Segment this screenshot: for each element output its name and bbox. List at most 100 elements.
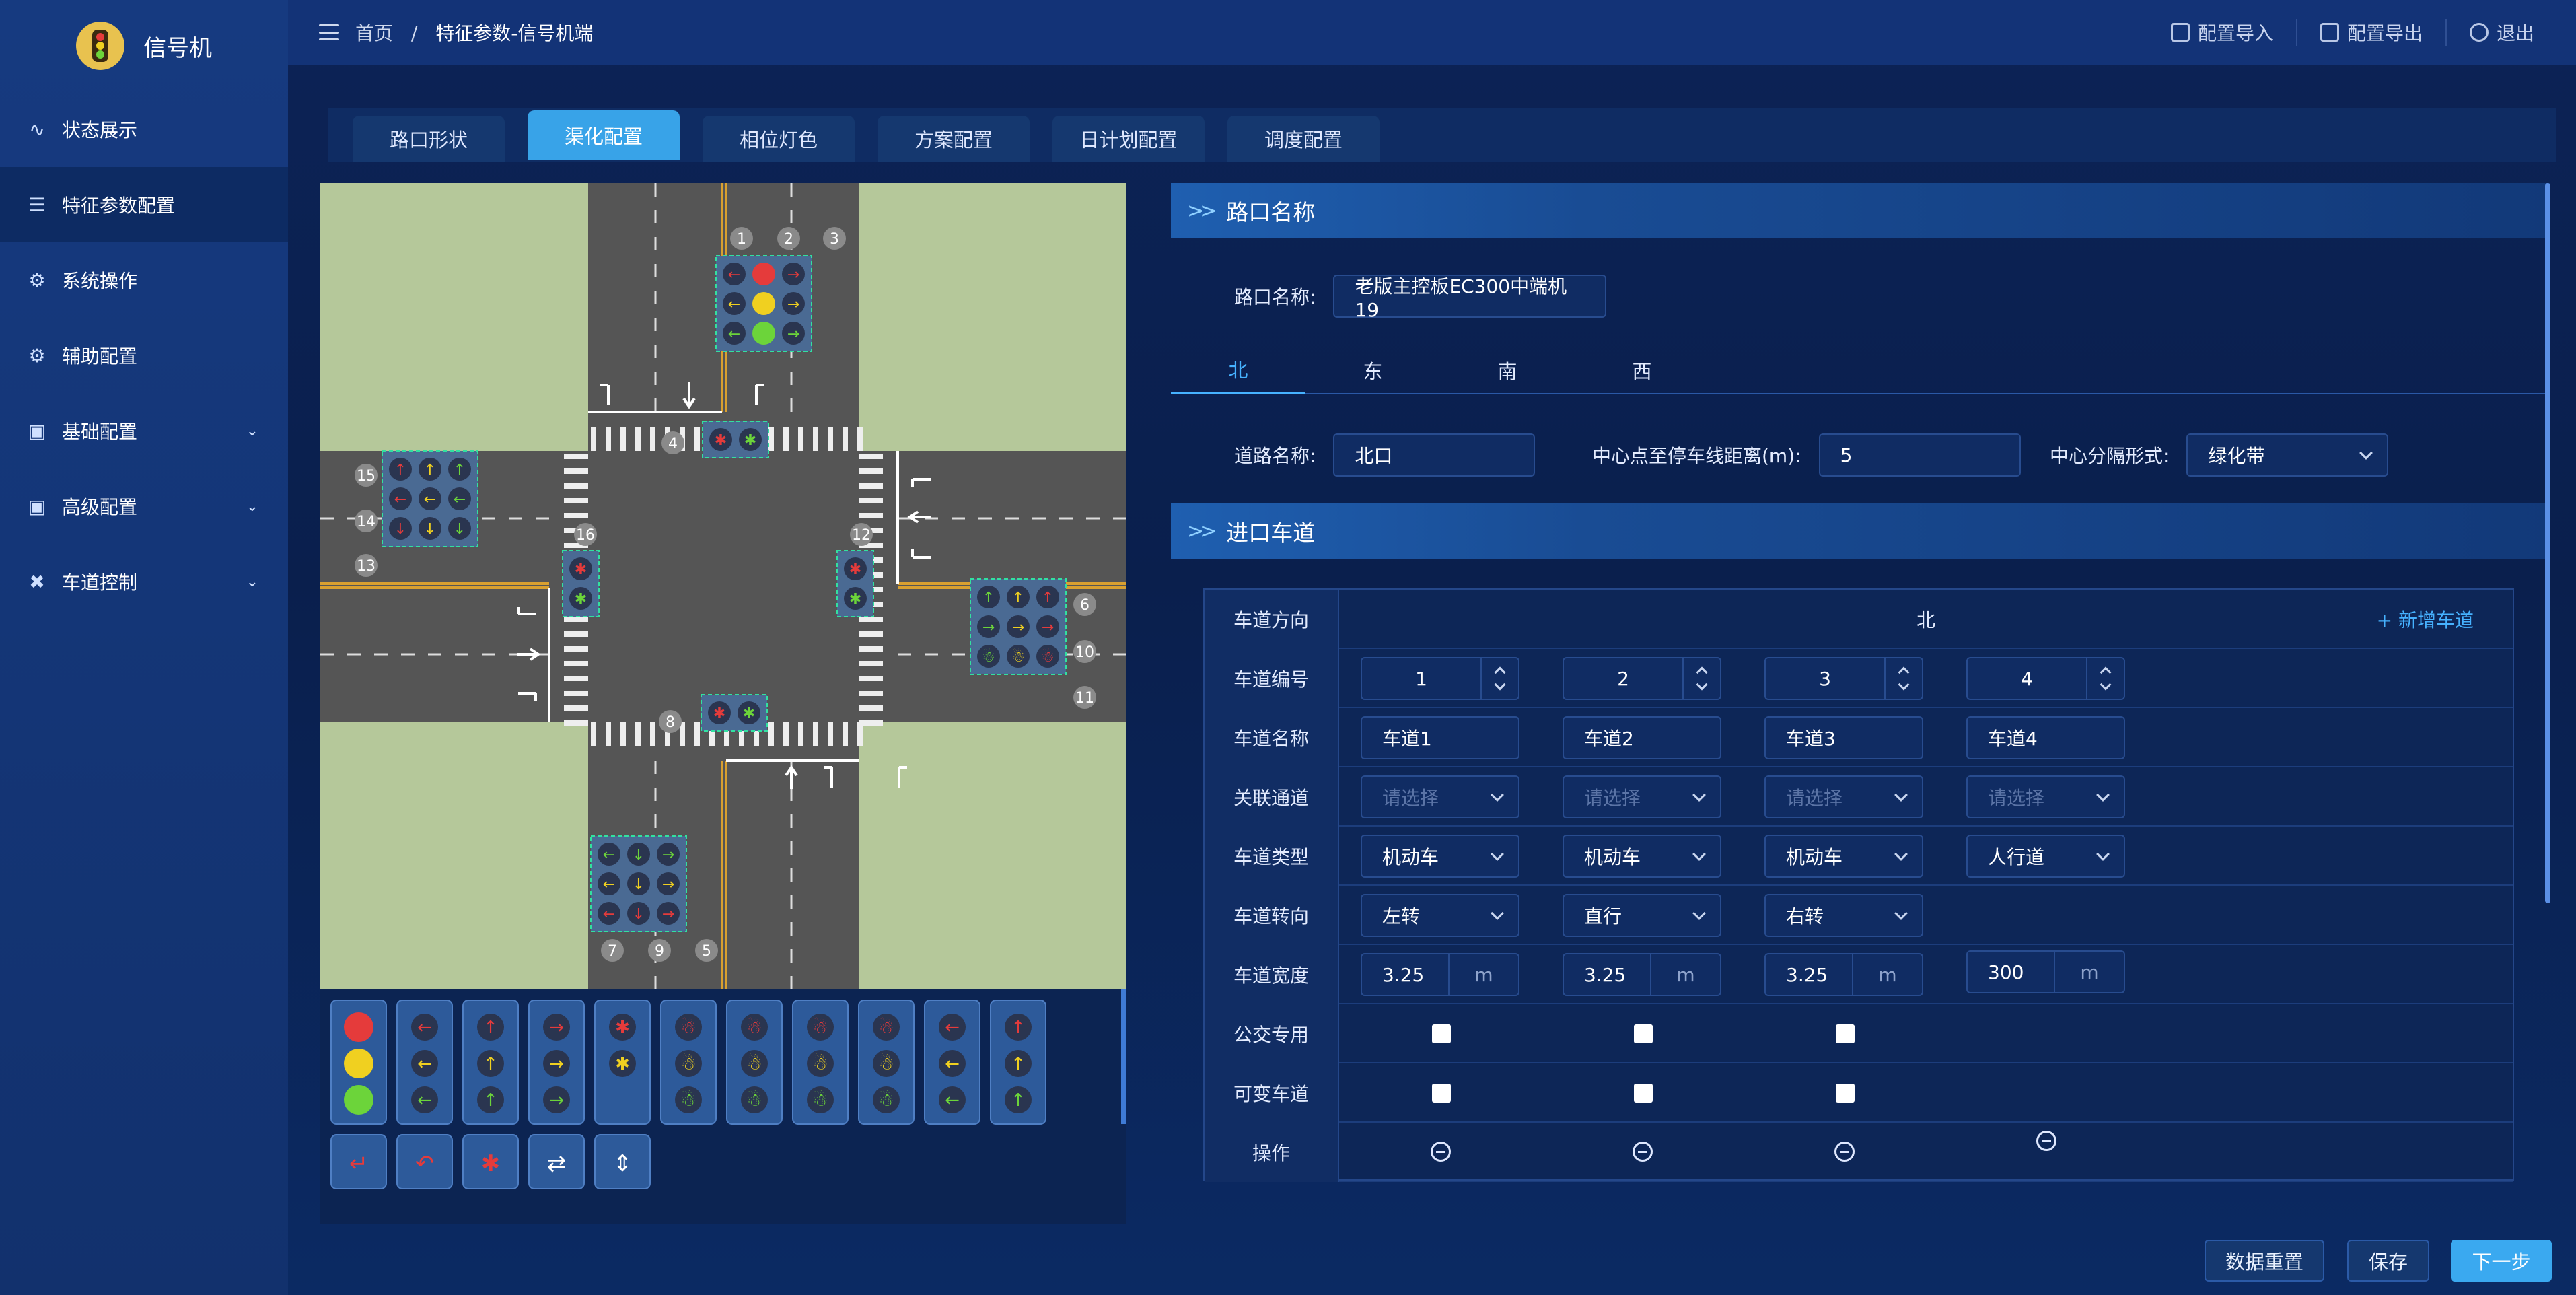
menu-toggle-icon[interactable] — [319, 24, 339, 40]
lane-width-input[interactable]: 3.25 m — [1764, 953, 1923, 996]
chevron-down-icon[interactable] — [1494, 678, 1506, 691]
sidebar-item-0[interactable]: ∿ 状态展示 — [0, 92, 288, 167]
next-step-button[interactable]: 下一步 — [2451, 1240, 2552, 1282]
breadcrumb-home[interactable]: 首页 — [355, 22, 393, 44]
lane-number-stepper[interactable]: 3 — [1764, 657, 1923, 700]
lane-variable-checkbox[interactable] — [1432, 1084, 1451, 1102]
lane-variable-checkbox[interactable] — [1634, 1084, 1653, 1102]
palette-scrollbar[interactable] — [1121, 989, 1126, 1124]
remove-lane-icon[interactable] — [1633, 1142, 1653, 1162]
sidebar-item-1[interactable]: ☰ 特征参数配置 — [0, 167, 288, 242]
signal-head-west-lamp-glyph: ↑ — [424, 462, 436, 479]
sidebar-item-2[interactable]: ⚙ 系统操作 — [0, 242, 288, 318]
crosswalk-stripe — [564, 513, 588, 518]
crosswalk-stripe — [783, 427, 789, 451]
chevron-up-icon[interactable] — [1696, 666, 1708, 678]
lane-type-value: 机动车 — [1786, 846, 1843, 868]
tab-phase-lights[interactable]: 相位灯色 — [703, 116, 855, 162]
divider-select[interactable]: 绿化带 — [2186, 433, 2389, 477]
lane-type-select[interactable]: 人行道 — [1966, 835, 2125, 878]
lane-bus-checkbox[interactable] — [1432, 1024, 1451, 1043]
lane-name-input[interactable]: 车道3 — [1764, 716, 1923, 759]
remove-lane-icon[interactable] — [1834, 1142, 1855, 1162]
lane-channel-select[interactable]: 请选择 — [1563, 775, 1721, 818]
chevron-up-icon[interactable] — [1494, 666, 1506, 678]
tab-plan-config[interactable]: 方案配置 — [878, 116, 1030, 162]
tab-west[interactable]: 西 — [1575, 346, 1709, 394]
signal-head-south-lamp-glyph: → — [662, 876, 674, 893]
lane-channel-select[interactable]: 请选择 — [1361, 775, 1519, 818]
tab-channelization[interactable]: 渠化配置 — [528, 110, 680, 160]
stepper-arrows[interactable] — [1884, 658, 1922, 699]
distance-input[interactable]: 5 — [1818, 433, 2021, 477]
lane-name-input[interactable]: 车道4 — [1966, 716, 2125, 759]
signal-palette-canvas[interactable]: ←←←↑↑↑→→→✱✱☃☃☃☃☃☃☃☃☃☃☃☃←←←↑↑↑↵ ↶ ✱ ⇄ ⇕ — [320, 989, 1126, 1224]
intersection-map[interactable]: ← → ← → ← → ✱ ✱ ✱ ✱ ↑ ↑ ↑ ← ← ← ↓ ↓ ↓ ✱ ✱ ✱ ✱ ↑ ↑ ↑ → → → ☃ ☃ ☃ ← ↓ → ← ↓ → ← ↓… — [320, 183, 1126, 989]
intersection-canvas[interactable]: ← →← →← →✱ ✱✱ ✱↑ ↑ ↑← ← ←↓ ↓ ↓✱✱✱✱ ↑ ↑ ↑→ → →☃ ☃ ☃← ↓ →← ↓ →← ↓… — [320, 183, 1126, 989]
sidebar-item-3[interactable]: ⚙ 辅助配置 — [0, 318, 288, 393]
tab-dispatch-config[interactable]: 调度配置 — [1227, 116, 1380, 162]
logout-button[interactable]: 退出 — [2445, 19, 2557, 46]
remove-lane-icon[interactable] — [1431, 1142, 1451, 1162]
ped-signal-east: ✱✱ — [836, 550, 874, 617]
sidebar-item-6[interactable]: ✖ 车道控制 ⌄ — [0, 544, 288, 619]
crosswalk-stripe — [859, 720, 883, 726]
lane-channel-select[interactable]: 请选择 — [1764, 775, 1923, 818]
save-button[interactable]: 保存 — [2347, 1240, 2429, 1282]
badge-number: 4 — [668, 435, 678, 452]
intersection-name-input[interactable]: 老版主控板EC300中端机19 — [1333, 275, 1607, 321]
lane-number-stepper[interactable]: 2 — [1563, 657, 1721, 700]
lane-type-select[interactable]: 机动车 — [1361, 835, 1519, 878]
lane-bus-checkbox[interactable] — [1634, 1024, 1653, 1043]
chevron-down-icon[interactable] — [1696, 678, 1708, 691]
lane-turn-select[interactable]: 右转 — [1764, 894, 1923, 937]
lane-row-type: 车道类型 机动车 机动车 机动车 人行道 — [1205, 827, 2513, 886]
remove-lane-icon[interactable] — [2036, 1131, 2056, 1151]
signal-head-east-lamp-glyph: ☃ — [982, 648, 995, 666]
sidebar-item-5[interactable]: ▣ 高级配置 ⌄ — [0, 468, 288, 544]
road-name-input[interactable]: 北口 — [1333, 433, 1536, 477]
chevron-up-icon[interactable] — [2100, 666, 2112, 678]
lane-number-stepper[interactable]: 1 — [1361, 657, 1519, 700]
chevron-down-icon[interactable] — [2100, 678, 2112, 691]
stepper-arrows[interactable] — [2086, 658, 2124, 699]
lane-turn-select[interactable]: 左转 — [1361, 894, 1519, 937]
add-lane-button[interactable]: + 新增车道 — [2377, 590, 2474, 649]
topbar: 首页 / 特征参数-信号机端 配置导入 配置导出 退出 — [288, 0, 2576, 65]
crosswalk-stripe — [859, 513, 883, 518]
chevron-down-icon[interactable] — [1898, 678, 1910, 691]
panel-scrollbar[interactable] — [2545, 183, 2550, 903]
tab-south[interactable]: 南 — [1440, 346, 1575, 394]
lane-direction-value: 北 — [1916, 609, 1935, 631]
tab-daily-plan[interactable]: 日计划配置 — [1052, 116, 1205, 162]
palette-signal-item: ☃ ☃ ☃ — [858, 1000, 915, 1125]
import-config-button[interactable]: 配置导入 — [2148, 19, 2296, 46]
lane-type-select[interactable]: 机动车 — [1764, 835, 1923, 878]
tab-north[interactable]: 北 — [1171, 346, 1305, 394]
tab-intersection-shape[interactable]: 路口形状 — [353, 116, 505, 162]
tab-east[interactable]: 东 — [1305, 346, 1440, 394]
chevron-up-icon[interactable] — [1898, 666, 1910, 678]
lane-type-select[interactable]: 机动车 — [1563, 835, 1721, 878]
sidebar-item-label: 车道控制 — [62, 571, 138, 594]
lane-width-input[interactable]: 300 m — [1966, 950, 2125, 993]
stepper-arrows[interactable] — [1682, 658, 1720, 699]
lane-variable-checkbox[interactable] — [1836, 1084, 1855, 1102]
lane-name-input[interactable]: 车道1 — [1361, 716, 1519, 759]
tools-icon: ✖ — [29, 570, 45, 593]
export-config-button[interactable]: 配置导出 — [2295, 19, 2445, 46]
sidebar-item-4[interactable]: ▣ 基础配置 ⌄ — [0, 393, 288, 468]
crosswalk-stripe — [635, 722, 641, 746]
app-logo: 信号机 — [0, 0, 288, 92]
lane-width-input[interactable]: 3.25 m — [1563, 953, 1721, 996]
lane-channel-select[interactable]: 请选择 — [1966, 775, 2125, 818]
lane-width-input[interactable]: 3.25 m — [1361, 953, 1519, 996]
lane-name-input[interactable]: 车道2 — [1563, 716, 1721, 759]
palette-lamp-glyph: → — [549, 1018, 564, 1038]
lane-number-stepper[interactable]: 4 — [1966, 657, 2125, 700]
lane-turn-select[interactable]: 直行 — [1563, 894, 1721, 937]
stepper-arrows[interactable] — [1480, 658, 1518, 699]
signal-head-south-lamp-glyph: → — [662, 906, 674, 923]
lane-bus-checkbox[interactable] — [1836, 1024, 1855, 1043]
reset-data-button[interactable]: 数据重置 — [2205, 1240, 2324, 1282]
